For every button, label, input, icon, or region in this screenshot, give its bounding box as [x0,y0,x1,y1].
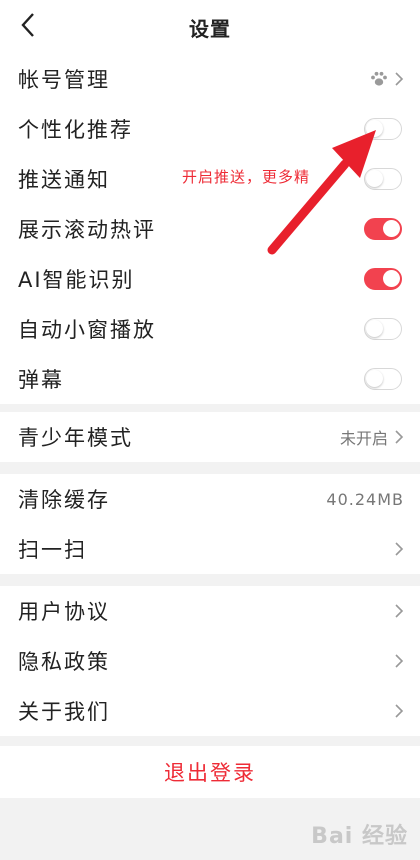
youth-mode-label: 青少年模式 [18,426,133,450]
chevron-right-icon [395,542,404,556]
auto-mini-window-row: 自动小窗播放 [0,304,420,354]
cache-size: 40.24MB [326,489,404,509]
user-agreement-row[interactable]: 用户协议 [0,586,420,636]
hot-comments-toggle[interactable] [364,218,402,240]
danmaku-row: 弹幕 [0,354,420,404]
annotation-text: 开启推送，更多精 [182,168,311,186]
personalized-recommendation-label: 个性化推荐 [18,118,133,142]
hot-comments-label: 展示滚动热评 [18,218,156,242]
danmaku-toggle[interactable] [364,368,402,390]
about-us-label: 关于我们 [18,700,110,724]
paw-icon [371,71,387,86]
push-notification-label: 推送通知 [18,168,110,192]
about-us-row[interactable]: 关于我们 [0,686,420,736]
clear-cache-label: 清除缓存 [18,488,110,512]
settings-group-about: 用户协议 隐私政策 关于我们 [0,586,420,736]
logout-button[interactable]: 退出登录 [0,746,420,798]
scan-label: 扫一扫 [18,538,87,562]
youth-mode-status: 未开启 [339,429,388,448]
chevron-right-icon [395,430,404,444]
personalized-recommendation-toggle[interactable] [364,118,402,140]
personalized-recommendation-row: 个性化推荐 [0,104,420,154]
chevron-right-icon [395,72,404,86]
chevron-right-icon [395,654,404,668]
account-management-label: 帐号管理 [18,68,110,92]
chevron-right-icon [395,604,404,618]
clear-cache-row[interactable]: 清除缓存 40.24MB [0,474,420,524]
danmaku-label: 弹幕 [18,368,64,392]
ai-recognition-toggle[interactable] [364,268,402,290]
hot-comments-row: 展示滚动热评 [0,204,420,254]
settings-group-youth: 青少年模式 未开启 [0,412,420,462]
privacy-policy-label: 隐私政策 [18,650,110,674]
page-title: 设置 [189,17,231,41]
ai-recognition-label: AI智能识别 [18,268,135,292]
watermark: Bai 经验 [311,824,408,849]
settings-group-tools: 清除缓存 40.24MB 扫一扫 [0,474,420,574]
youth-mode-row[interactable]: 青少年模式 未开启 [0,412,420,462]
auto-mini-window-toggle[interactable] [364,318,402,340]
privacy-policy-row[interactable]: 隐私政策 [0,636,420,686]
user-agreement-label: 用户协议 [18,600,110,624]
chevron-right-icon [395,704,404,718]
settings-group-general: 帐号管理 个性化推荐 推送通知 展示滚动热评 AI智能识别 自动小窗播放 弹幕 [0,54,420,404]
push-notification-toggle[interactable] [364,168,402,190]
auto-mini-window-label: 自动小窗播放 [18,318,156,342]
account-management-row[interactable]: 帐号管理 [0,54,420,104]
logout-label: 退出登录 [164,761,256,785]
top-bar: 设置 [0,0,420,54]
ai-recognition-row: AI智能识别 [0,254,420,304]
scan-row[interactable]: 扫一扫 [0,524,420,574]
